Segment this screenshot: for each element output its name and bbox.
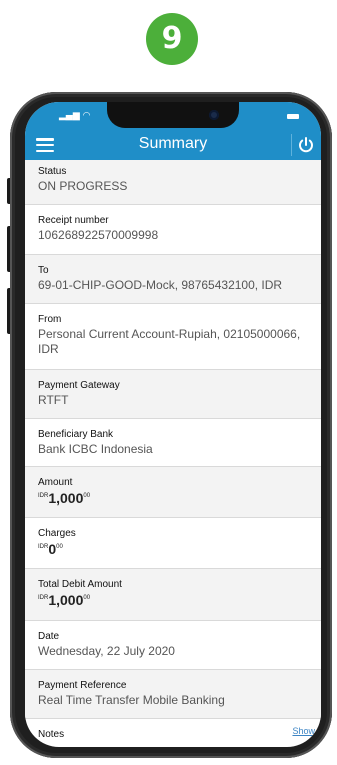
amount-currency: IDR — [38, 493, 49, 499]
date-row: Date Wednesday, 22 July 2020 — [25, 621, 321, 670]
page-title: Summary — [138, 135, 208, 152]
bank-value: Bank ICBC Indonesia — [38, 442, 153, 456]
notes-label: Notes — [38, 729, 65, 740]
charges-label: Charges — [38, 528, 76, 539]
camera-icon — [209, 110, 219, 120]
total-number: 1,000 — [48, 592, 84, 608]
to-row: To 69-01-CHIP-GOOD-Mock, 98765432100, ID… — [25, 255, 321, 304]
amount-value: IDR1,00000 — [38, 490, 321, 508]
status-value: ON PROGRESS — [38, 179, 128, 193]
amount-number: 1,000 — [48, 490, 84, 506]
app-header: Summary — [25, 130, 321, 160]
date-value: Wednesday, 22 July 2020 — [38, 644, 175, 658]
total-row: Total Debit Amount IDR1,00000 — [25, 569, 321, 621]
header-divider — [291, 134, 292, 156]
gateway-value: RTFT — [38, 393, 69, 407]
receipt-row: Receipt number 106268922570009998 — [25, 205, 321, 255]
charges-number: 0 — [48, 541, 57, 557]
amount-decimals: 00 — [83, 493, 91, 499]
amount-row: Amount IDR1,00000 — [25, 467, 321, 518]
total-label: Total Debit Amount — [38, 579, 122, 590]
from-row: From Personal Current Account-Rupiah, 02… — [25, 304, 321, 370]
receipt-label: Receipt number — [38, 215, 109, 226]
bank-row: Beneficiary Bank Bank ICBC Indonesia — [25, 419, 321, 467]
summary-list: Status ON PROGRESS Receipt number 106268… — [25, 160, 321, 747]
signal-wifi-icon: ▂▄▆ ◠ — [59, 111, 91, 121]
charges-value: IDR000 — [38, 541, 321, 559]
reference-value: Real Time Transfer Mobile Banking — [38, 693, 225, 707]
total-value: IDR1,00000 — [38, 592, 321, 610]
phone-notch — [107, 102, 239, 128]
total-decimals: 00 — [83, 595, 91, 601]
battery-icon — [287, 114, 299, 119]
charges-row: Charges IDR000 — [25, 518, 321, 569]
gateway-label: Payment Gateway — [38, 380, 120, 391]
amount-label: Amount — [38, 477, 73, 488]
total-currency: IDR — [38, 595, 49, 601]
power-icon[interactable] — [297, 136, 315, 154]
show-notes-link[interactable]: Show — [292, 726, 315, 736]
status-bar: ▂▄▆ ◠ — [25, 102, 321, 130]
status-row: Status ON PROGRESS — [25, 160, 321, 205]
charges-decimals: 00 — [56, 544, 63, 550]
date-label: Date — [38, 631, 60, 642]
notes-row: Notes Show — [25, 719, 321, 747]
step-number-badge: 9 — [146, 13, 198, 65]
to-value: 69-01-CHIP-GOOD-Mock, 98765432100, IDR — [38, 278, 283, 292]
from-label: From — [38, 314, 62, 325]
from-value: Personal Current Account-Rupiah, 0210500… — [38, 327, 301, 356]
to-label: To — [38, 265, 49, 276]
reference-row: Payment Reference Real Time Transfer Mob… — [25, 670, 321, 719]
gateway-row: Payment Gateway RTFT — [25, 370, 321, 419]
bank-label: Beneficiary Bank — [38, 429, 114, 440]
reference-label: Payment Reference — [38, 680, 127, 691]
charges-currency: IDR — [38, 544, 49, 550]
phone-screen: ▂▄▆ ◠ Summary Status ON PROGRESS Receipt… — [25, 102, 321, 747]
status-label: Status — [38, 166, 67, 177]
receipt-value: 106268922570009998 — [38, 228, 159, 242]
step-number: 9 — [161, 21, 183, 56]
